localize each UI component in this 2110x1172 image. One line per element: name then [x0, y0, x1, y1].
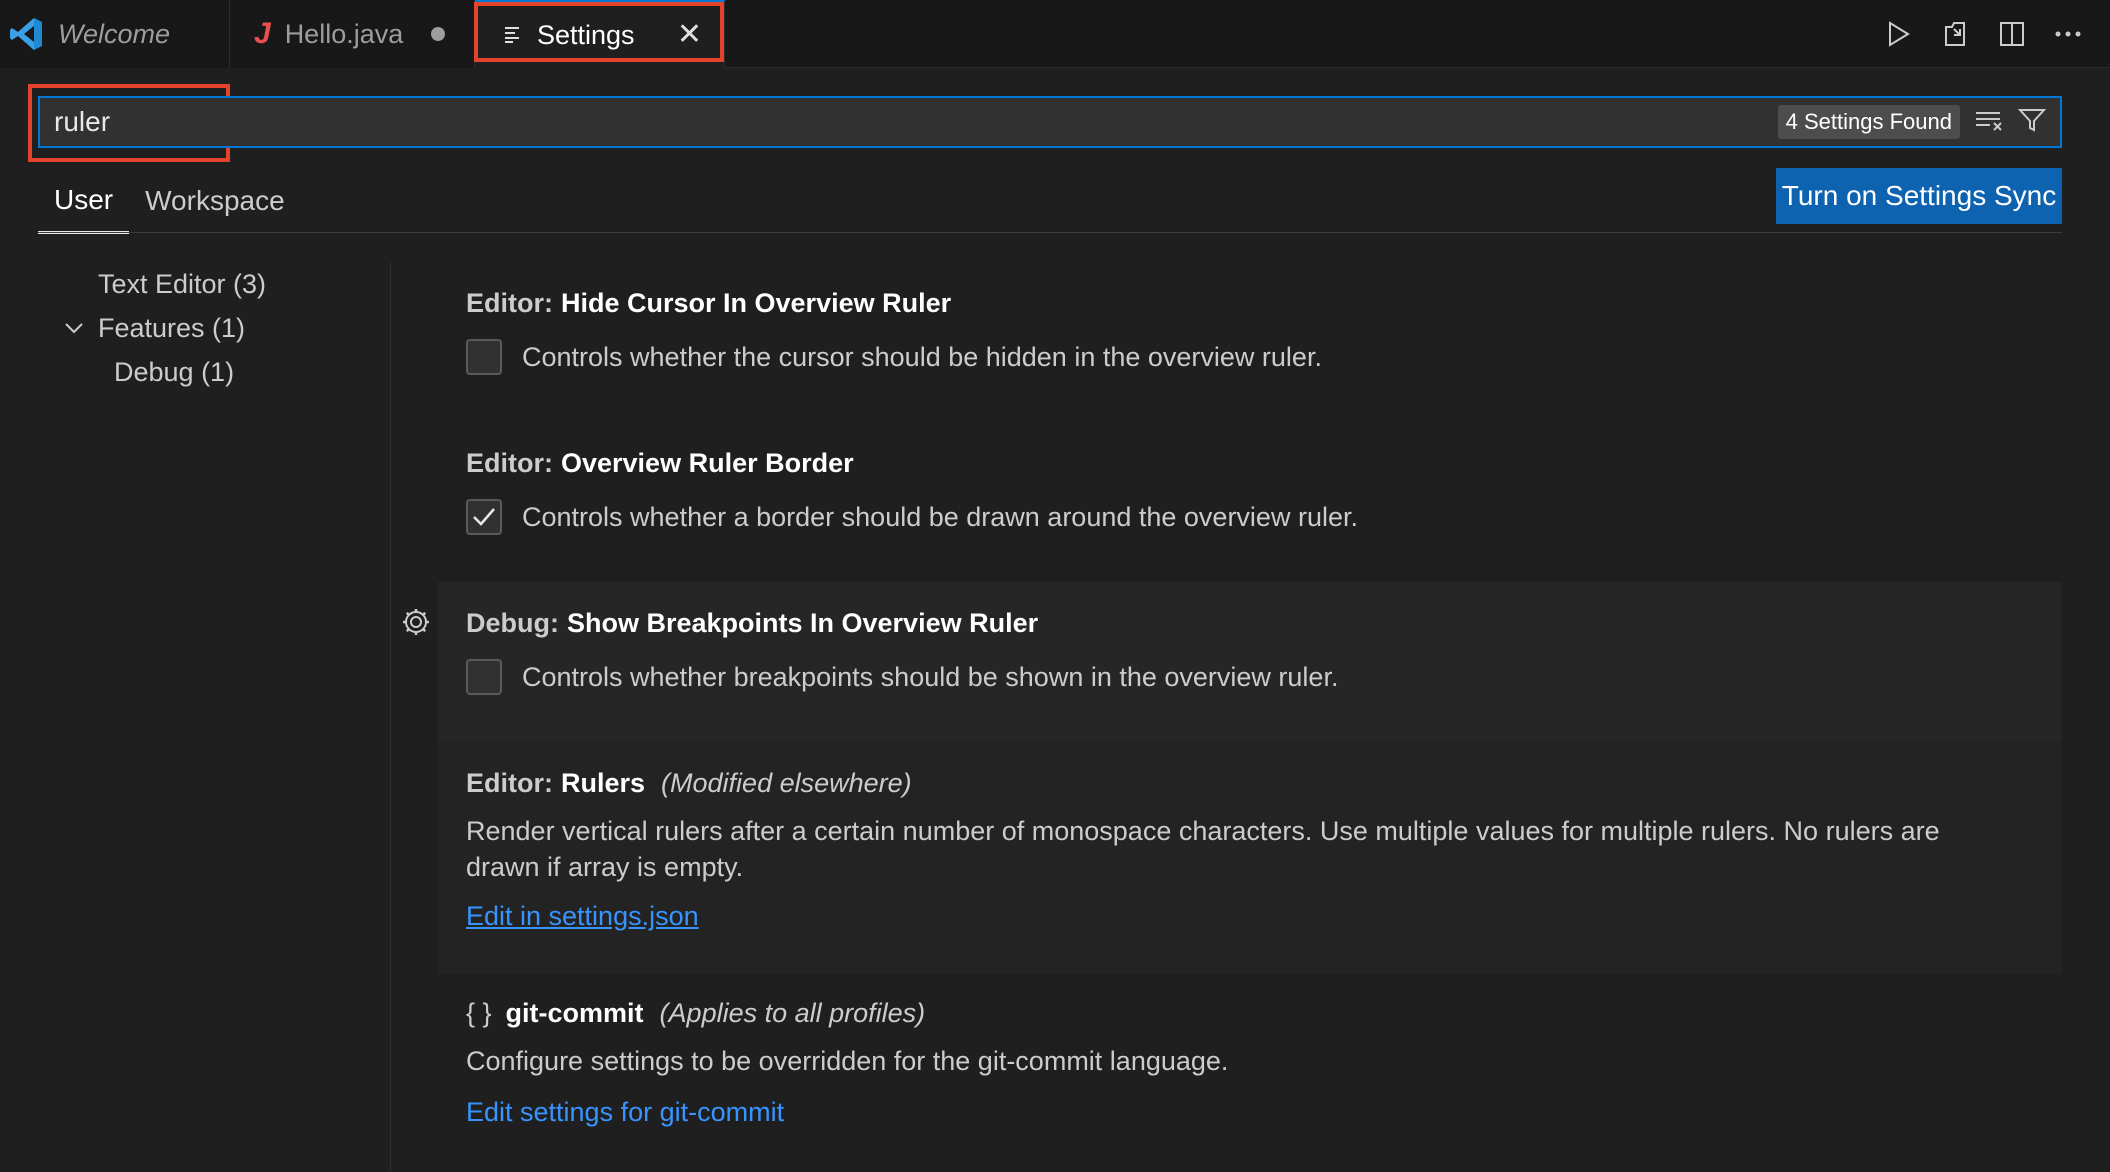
run-icon[interactable]: [1886, 20, 1912, 48]
description-line: Render vertical rulers after a certain n…: [466, 816, 1940, 846]
setting-show-breakpoints-overview-ruler: Debug: Show Breakpoints In Overview Rule…: [438, 582, 2062, 742]
close-icon[interactable]: ✕: [677, 20, 702, 50]
setting-description: Render vertical rulers after a certain n…: [466, 813, 2034, 885]
setting-name: Overview Ruler Border: [561, 448, 854, 478]
java-icon: J: [254, 17, 271, 50]
settings-scope-tabs: User Workspace: [38, 168, 301, 234]
toc-divider: [390, 262, 391, 1172]
toc-label: Features (1): [98, 312, 246, 343]
setting-overview-ruler-border: Editor: Overview Ruler Border Controls w…: [438, 448, 2062, 578]
search-tools: [1974, 107, 2047, 138]
setting-row: Controls whether breakpoints should be s…: [466, 659, 2034, 695]
setting-name: git-commit: [505, 998, 644, 1028]
setting-scope-note: (Applies to all profiles): [659, 998, 926, 1028]
setting-description: Controls whether a border should be draw…: [522, 502, 1358, 532]
unsaved-dot-icon[interactable]: [431, 27, 446, 41]
setting-title: Editor: Rulers (Modified elsewhere): [466, 768, 2034, 799]
tab-user[interactable]: User: [38, 168, 130, 234]
setting-title: Debug: Show Breakpoints In Overview Rule…: [466, 608, 2034, 639]
setting-checkbox[interactable]: [466, 339, 502, 375]
link-row: Edit settings for git-commit: [466, 1097, 2034, 1128]
setting-row: Controls whether the cursor should be hi…: [466, 339, 2034, 375]
setting-name: Rulers: [561, 768, 646, 798]
setting-category: Editor:: [466, 288, 553, 318]
vscode-window: Welcome J Hello.java Settings ✕ ruler 4 …: [0, 0, 2110, 1172]
toc-item-debug[interactable]: Debug (1): [0, 350, 390, 394]
settings-count-badge: 4 Settings Found: [1777, 105, 1960, 139]
setting-git-commit-language: { } git-commit (Applies to all profiles)…: [438, 998, 2062, 1168]
setting-title: Editor: Hide Cursor In Overview Ruler: [466, 288, 2034, 319]
tab-hello-java[interactable]: J Hello.java: [230, 0, 475, 68]
scope-divider: [38, 232, 2062, 233]
setting-description: Configure settings to be overridden for …: [466, 1046, 1229, 1076]
open-settings-json-icon[interactable]: [1940, 19, 1970, 49]
editor-actions: [1886, 0, 2110, 67]
toc-label: Text Editor (3): [98, 268, 267, 299]
more-actions-icon[interactable]: [2054, 30, 2082, 38]
setting-category: Editor:: [466, 448, 553, 478]
settings-toc: Text Editor (3) Features (1) Debug (1): [0, 262, 390, 394]
tab-settings[interactable]: Settings ✕: [475, 0, 725, 68]
toc-item-features[interactable]: Features (1): [0, 306, 390, 350]
tab-label: Settings: [537, 19, 635, 50]
setting-description: Controls whether the cursor should be hi…: [522, 342, 1322, 372]
gear-icon[interactable]: [400, 606, 432, 643]
setting-description: Controls whether breakpoints should be s…: [522, 662, 1339, 692]
tab-label: Hello.java: [284, 18, 404, 49]
tab-label: Welcome: [58, 18, 171, 49]
tab-welcome[interactable]: Welcome: [0, 0, 230, 68]
setting-editor-rulers: Editor: Rulers (Modified elsewhere) Rend…: [438, 742, 2062, 974]
split-editor-icon[interactable]: [1998, 20, 2026, 48]
description-line: drawn if array is empty.: [466, 852, 744, 882]
toc-label: Debug (1): [114, 356, 235, 387]
settings-search-box[interactable]: 4 Settings Found: [38, 96, 2062, 148]
setting-modified-note: (Modified elsewhere): [661, 768, 912, 798]
setting-name: Hide Cursor In Overview Ruler: [561, 288, 952, 318]
setting-name: Show Breakpoints In Overview Ruler: [566, 608, 1039, 638]
editor-tab-bar: Welcome J Hello.java Settings ✕: [0, 0, 2110, 68]
filter-icon[interactable]: [2017, 107, 2047, 138]
setting-category: Debug:: [466, 608, 559, 638]
tab-workspace[interactable]: Workspace: [129, 168, 301, 234]
setting-checkbox[interactable]: [466, 659, 502, 695]
setting-category: Editor:: [466, 768, 553, 798]
link-row: Edit in settings.json: [466, 901, 2034, 932]
setting-row: Controls whether a border should be draw…: [466, 499, 2034, 535]
edit-settings-git-commit-link[interactable]: Edit settings for git-commit: [466, 1097, 784, 1127]
setting-hide-cursor-overview-ruler: Editor: Hide Cursor In Overview Ruler Co…: [438, 288, 2062, 418]
settings-editor-icon: [503, 20, 523, 51]
clear-search-icon[interactable]: [1974, 108, 2004, 137]
braces-icon: { }: [466, 998, 492, 1028]
turn-on-settings-sync-button[interactable]: Turn on Settings Sync: [1776, 168, 2062, 224]
setting-checkbox[interactable]: [466, 499, 502, 535]
vscode-logo-icon: [8, 16, 44, 52]
toc-item-text-editor[interactable]: Text Editor (3): [0, 262, 390, 306]
edit-in-settings-json-link[interactable]: Edit in settings.json: [466, 901, 699, 931]
setting-title: Editor: Overview Ruler Border: [466, 448, 2034, 479]
settings-search-input[interactable]: [54, 106, 1778, 138]
checkmark-icon: [473, 508, 495, 526]
chevron-down-icon[interactable]: [60, 321, 88, 335]
setting-title: { } git-commit (Applies to all profiles): [466, 998, 2034, 1029]
